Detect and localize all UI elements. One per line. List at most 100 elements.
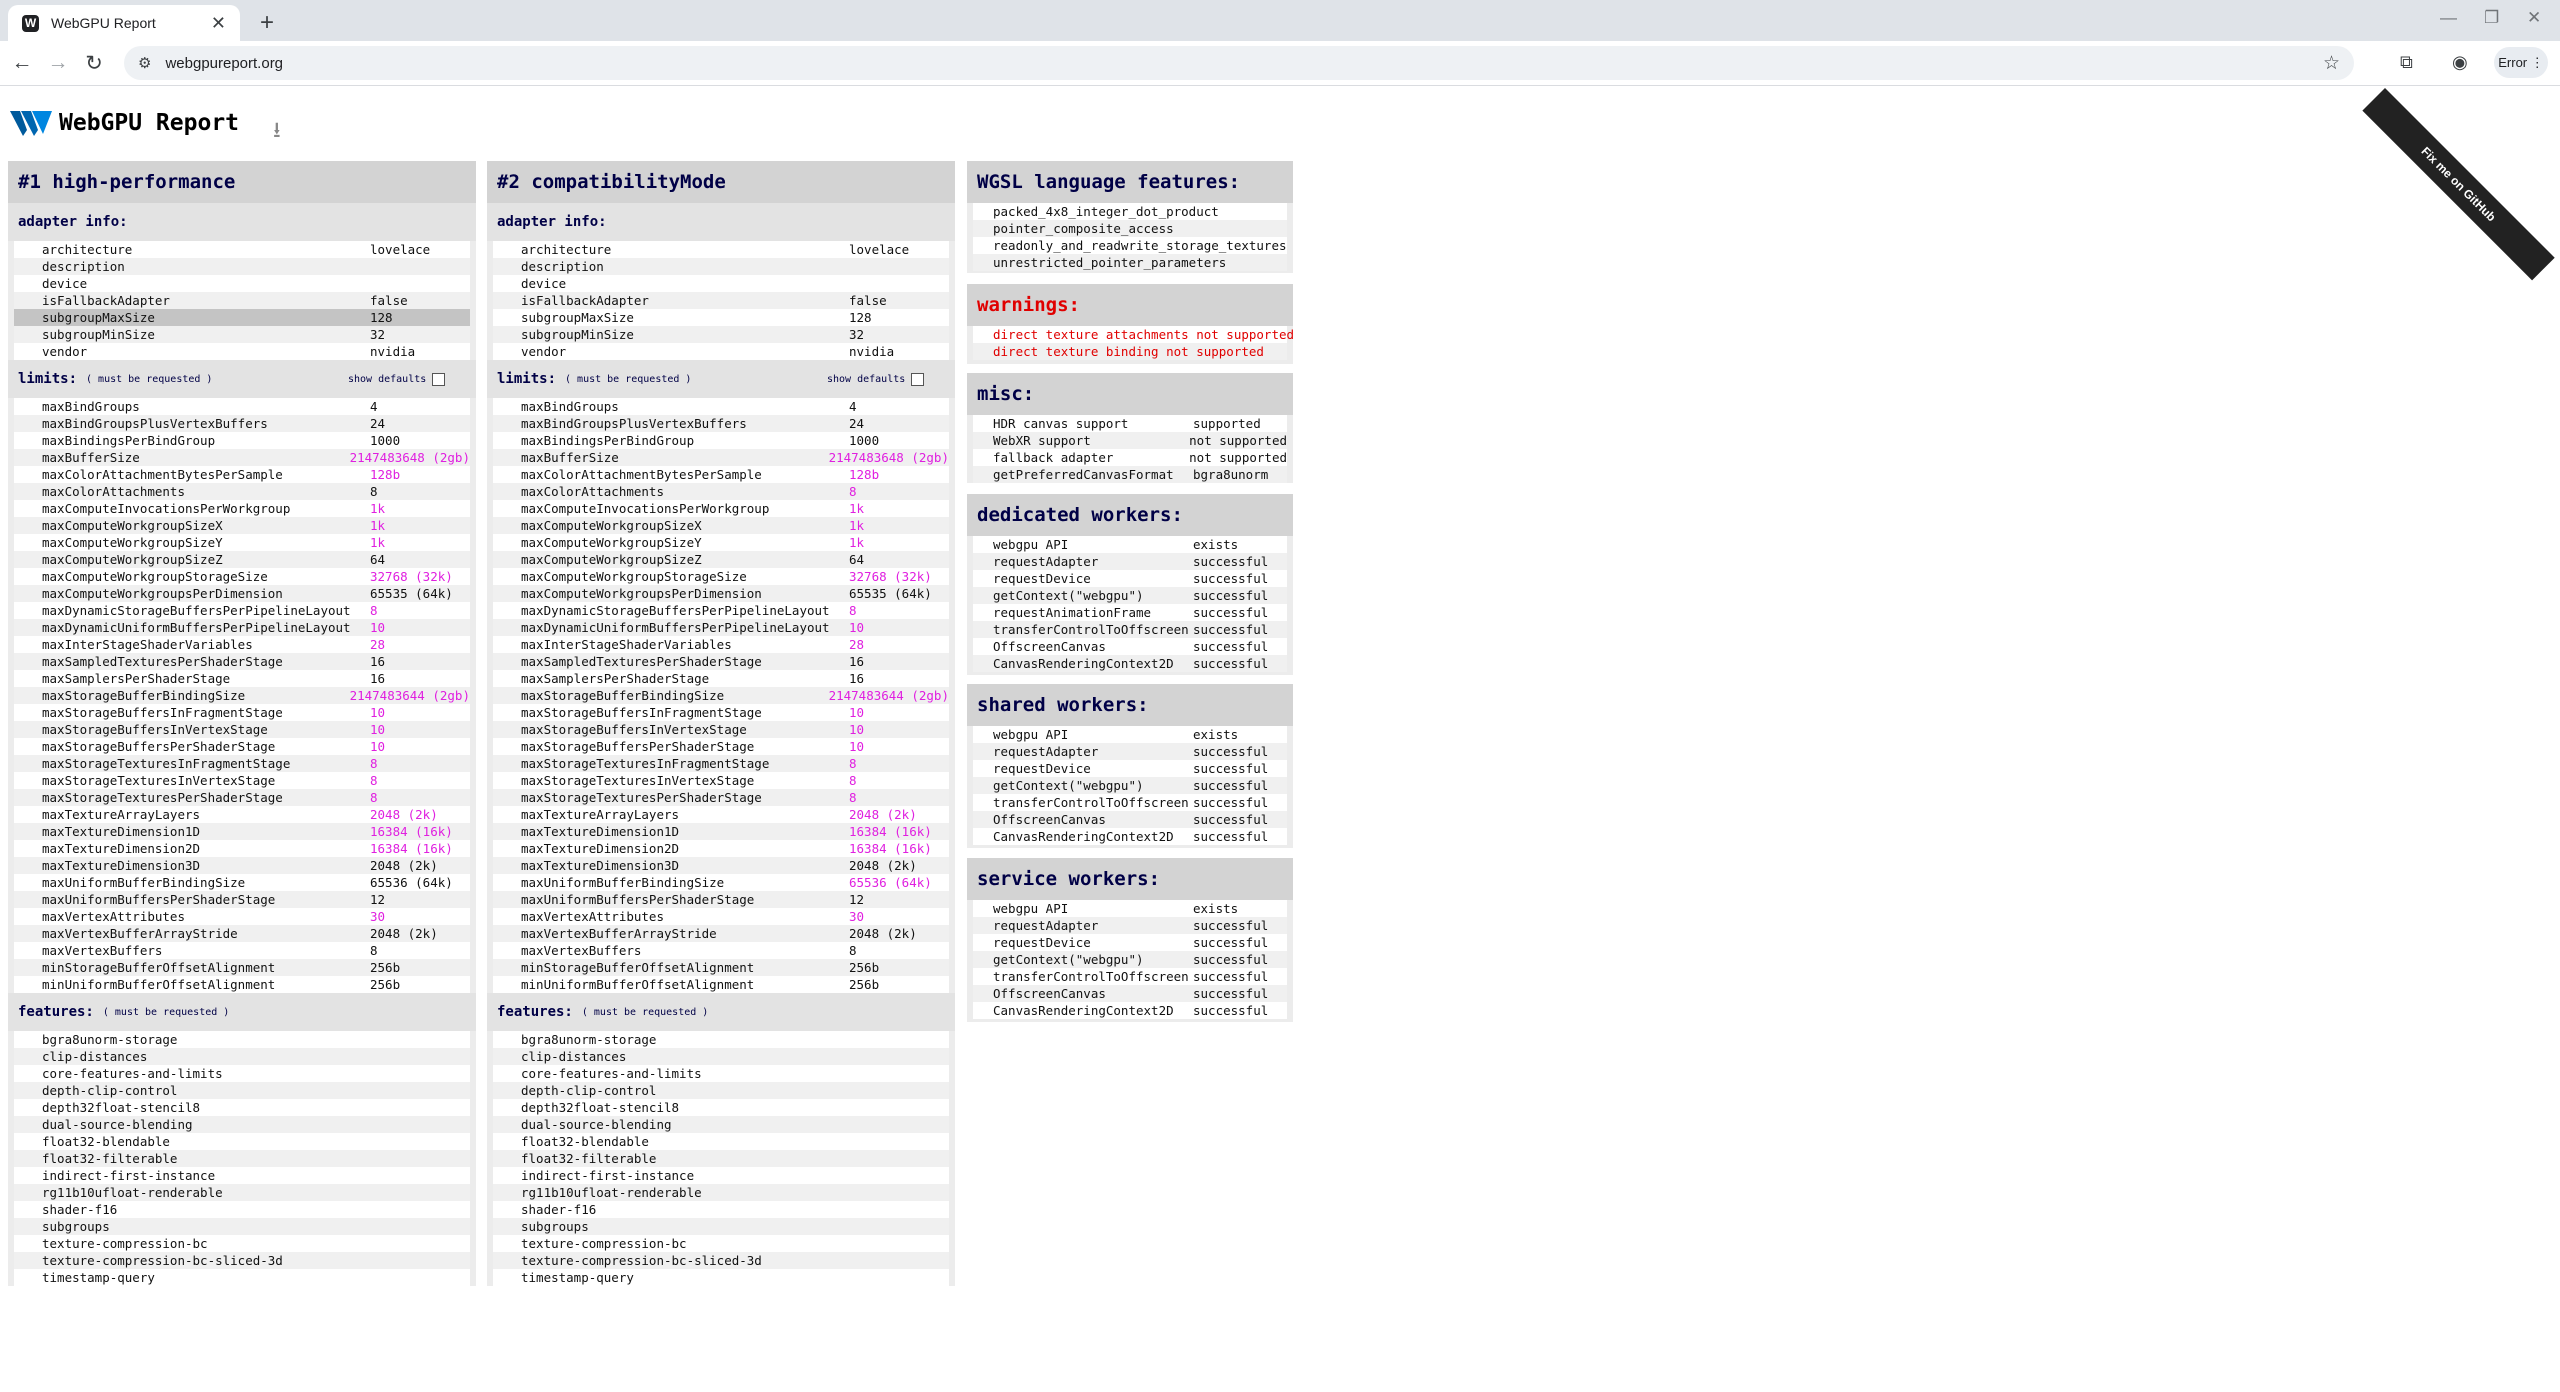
row-key: requestDevice: [993, 571, 1091, 586]
adapter-info-table: architecture lovelace description device isF…: [14, 241, 470, 360]
table-row: maxUniformBufferBindingSize 65536 (64k): [493, 874, 949, 891]
list-item: float32-filterable: [14, 1150, 470, 1167]
row-key: maxColorAttachments: [42, 484, 185, 499]
table-row: maxComputeWorkgroupStorageSize 32768 (32k…: [493, 568, 949, 585]
show-defaults-checkbox[interactable]: [432, 372, 446, 386]
reload-icon[interactable]: ↻: [82, 51, 106, 76]
item-label: texture-compression-bc-sliced-3d: [42, 1253, 283, 1268]
item-label: subgroups: [521, 1219, 589, 1234]
github-ribbon[interactable]: Fix me on GitHub: [2362, 88, 2555, 281]
table-row: maxColorAttachmentBytesPerSample 128b: [14, 466, 470, 483]
close-tab-icon[interactable]: ✕: [211, 13, 226, 34]
close-window-icon[interactable]: ✕: [2527, 8, 2541, 28]
table-row: maxStorageTexturesInVertexStage 8: [14, 772, 470, 789]
forward-arrow-icon[interactable]: →: [46, 51, 70, 75]
list-item: timestamp-query: [493, 1269, 949, 1286]
url-text[interactable]: webgpureport.org: [165, 55, 283, 72]
row-value: not supported: [1189, 433, 1287, 448]
dedicated-workers-table: webgpu API exists requestAdapter successful…: [973, 536, 1287, 672]
table-row: architecture lovelace: [14, 241, 470, 258]
row-key: minUniformBufferOffsetAlignment: [521, 977, 755, 992]
row-value: [370, 258, 470, 275]
table-row: WebXR support not supported: [973, 432, 1287, 449]
row-value: 24: [370, 416, 386, 431]
list-item: clip-distances: [14, 1048, 470, 1065]
row-key: maxDynamicStorageBuffersPerPipelineLayou…: [521, 603, 830, 618]
row-value: 32: [370, 327, 386, 342]
row-key: maxComputeInvocationsPerWorkgroup: [521, 501, 770, 516]
row-key: maxDynamicUniformBuffersPerPipelineLayou…: [521, 620, 830, 635]
error-label: Error: [2498, 55, 2528, 70]
table-row: maxStorageTexturesPerShaderStage 8: [493, 789, 949, 806]
row-value: exists: [1193, 727, 1239, 742]
row-key: maxColorAttachmentBytesPerSample: [521, 467, 762, 482]
row-value: 1k: [849, 518, 865, 533]
new-tab-button[interactable]: +: [253, 9, 281, 37]
row-key: description: [42, 259, 125, 274]
row-key: maxComputeWorkgroupSizeY: [42, 535, 223, 550]
row-key: maxUniformBufferBindingSize: [521, 875, 725, 890]
table-row: maxBufferSize 2147483648 (2gb): [493, 449, 949, 466]
row-key: requestAnimationFrame: [993, 605, 1152, 620]
features-must-be-requested-link[interactable]: ( must be requested ): [103, 1007, 229, 1018]
adapter-info-heading: adapter info:: [8, 203, 476, 241]
error-chip[interactable]: Error ⋮: [2494, 47, 2548, 78]
back-arrow-icon[interactable]: ←: [10, 51, 34, 75]
row-key: minStorageBufferOffsetAlignment: [521, 960, 755, 975]
row-key: maxBindGroups: [521, 399, 619, 414]
restore-icon[interactable]: ❐: [2484, 8, 2499, 28]
row-key: maxComputeWorkgroupSizeZ: [521, 552, 702, 567]
features-heading: features: ( must be requested ): [487, 993, 955, 1031]
table-row: maxTextureArrayLayers 2048 (2k): [493, 806, 949, 823]
minimize-icon[interactable]: —: [2440, 8, 2457, 28]
row-key: maxUniformBufferBindingSize: [42, 875, 246, 890]
list-item: depth-clip-control: [14, 1082, 470, 1099]
row-key: maxTextureDimension1D: [521, 824, 680, 839]
row-value: 1000: [849, 433, 880, 448]
item-label: float32-filterable: [521, 1151, 657, 1166]
site-info-icon[interactable]: ⚙: [138, 54, 151, 72]
cast-icon[interactable]: ⧉: [2400, 52, 2413, 73]
row-value: successful: [1193, 656, 1269, 671]
limits-must-be-requested-link[interactable]: ( must be requested ): [565, 374, 691, 385]
limits-table: maxBindGroups 4 maxBindGroupsPlusVertexBuf…: [14, 398, 470, 993]
row-value: nvidia: [370, 344, 416, 359]
table-row: requestAdapter successful: [973, 917, 1287, 934]
row-key: CanvasRenderingContext2D: [993, 829, 1174, 844]
row-key: requestAdapter: [993, 554, 1099, 569]
list-item: texture-compression-bc: [14, 1235, 470, 1252]
row-value: 256b: [849, 960, 880, 975]
table-row: subgroupMinSize 32: [14, 326, 470, 343]
show-defaults-checkbox[interactable]: [911, 372, 925, 386]
table-row: maxUniformBuffersPerShaderStage 12: [14, 891, 470, 908]
show-defaults-toggle[interactable]: show defaults: [827, 372, 925, 386]
list-item: indirect-first-instance: [14, 1167, 470, 1184]
address-bar[interactable]: ⚙ webgpureport.org ☆: [124, 46, 2354, 80]
table-row: maxStorageBufferBindingSize 2147483644 (2…: [493, 687, 949, 704]
list-item: bgra8unorm-storage: [14, 1031, 470, 1048]
limits-must-be-requested-link[interactable]: ( must be requested ): [86, 374, 212, 385]
webgpu-logo-icon: [10, 111, 52, 136]
row-value: 4: [370, 399, 378, 414]
row-key: requestAdapter: [993, 744, 1099, 759]
misc-table: HDR canvas support supported WebXR support…: [973, 415, 1287, 483]
list-item: float32-blendable: [493, 1133, 949, 1150]
row-key: maxStorageBuffersInFragmentStage: [42, 705, 283, 720]
table-row: maxVertexBuffers 8: [14, 942, 470, 959]
download-icon[interactable]: ⭳: [273, 113, 281, 151]
tab-webgpu-report[interactable]: W WebGPU Report ✕: [8, 5, 240, 41]
features-must-be-requested-link[interactable]: ( must be requested ): [582, 1007, 708, 1018]
row-key: maxDynamicStorageBuffersPerPipelineLayou…: [42, 603, 351, 618]
bookmark-star-icon[interactable]: ☆: [2323, 52, 2340, 75]
profile-icon[interactable]: ◉: [2452, 52, 2468, 73]
table-row: maxVertexBufferArrayStride 2048 (2k): [493, 925, 949, 942]
row-value: supported: [1193, 416, 1261, 431]
row-key: maxTextureArrayLayers: [521, 807, 680, 822]
show-defaults-toggle[interactable]: show defaults: [348, 372, 446, 386]
table-row: maxTextureDimension1D 16384 (16k): [493, 823, 949, 840]
row-value: successful: [1193, 605, 1269, 620]
item-label: depth-clip-control: [42, 1083, 178, 1098]
item-label: depth-clip-control: [521, 1083, 657, 1098]
row-key: maxVertexBufferArrayStride: [42, 926, 238, 941]
list-item: subgroups: [493, 1218, 949, 1235]
